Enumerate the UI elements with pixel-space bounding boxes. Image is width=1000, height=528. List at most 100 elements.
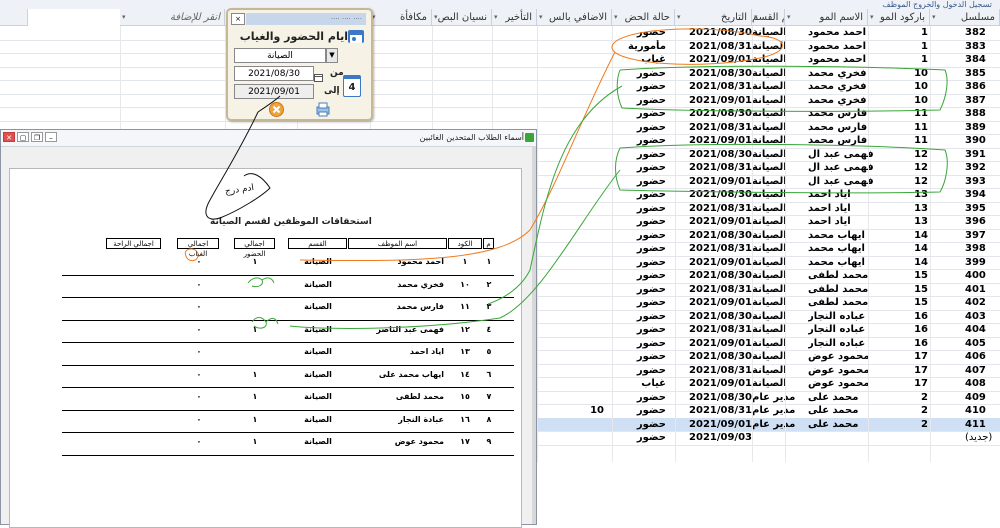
cell-dept[interactable]: الصيانة: [752, 269, 812, 283]
cell-extra[interactable]: [540, 134, 604, 148]
cell-date[interactable]: 2021/09/01: [680, 175, 752, 189]
cell-id[interactable]: 411: [935, 418, 997, 432]
cell-extra[interactable]: [540, 26, 604, 40]
sort-arrow-icon[interactable]: ▾: [122, 9, 126, 25]
cell-name[interactable]: محمد لطفى: [808, 296, 884, 310]
cell-dept[interactable]: الصيانة: [752, 242, 812, 256]
cell-name[interactable]: محمود عوض: [808, 364, 884, 378]
dialog-close-tab[interactable]: ×: [231, 13, 245, 25]
cell-extra[interactable]: [540, 350, 604, 364]
cell-dept[interactable]: الصيانة: [752, 148, 812, 162]
cell-status[interactable]: حضور: [600, 283, 666, 297]
cell-id[interactable]: 386: [935, 80, 997, 94]
cell-date[interactable]: 2021/09/01: [680, 215, 752, 229]
cell-status[interactable]: حضور: [600, 26, 666, 40]
cell-extra[interactable]: [540, 431, 604, 445]
cell-dept[interactable]: الصيانة: [752, 256, 812, 270]
cell-id[interactable]: 403: [935, 310, 997, 324]
cell-extra[interactable]: [540, 215, 604, 229]
table-row[interactable]: 383 1 احمد محمود الصيانة 2021/08/31 مأمورية: [0, 40, 1000, 54]
sort-arrow-icon[interactable]: ▾: [870, 9, 874, 25]
cell-date[interactable]: 2021/09/01: [680, 134, 752, 148]
cell-extra[interactable]: [540, 121, 604, 135]
column-header-9[interactable]: نسيان البص ▾: [432, 9, 492, 26]
cell-status[interactable]: حضور: [600, 242, 666, 256]
cell-date[interactable]: 2021/09/03: [680, 431, 752, 445]
column-header-13[interactable]: انقر للإضافة ▾: [120, 9, 225, 26]
table-row[interactable]: 385 10 فخري محمد الصيانة 2021/08/30 حضور: [0, 67, 1000, 81]
column-header-7[interactable]: الاضافي بالس ▾: [537, 9, 612, 26]
cell-status[interactable]: حضور: [600, 107, 666, 121]
cell-name[interactable]: محمد على: [808, 391, 884, 405]
cell-id[interactable]: 410: [935, 404, 997, 418]
cell-date[interactable]: 2021/08/30: [680, 188, 752, 202]
cell-name[interactable]: ايهاب محمد: [808, 256, 884, 270]
cell-id[interactable]: 387: [935, 94, 997, 108]
cell-id[interactable]: 405: [935, 337, 997, 351]
cell-extra[interactable]: [540, 40, 604, 54]
cell-name[interactable]: ايهاب محمد: [808, 242, 884, 256]
cell-dept[interactable]: الصيانة: [752, 188, 812, 202]
cell-status[interactable]: حضور: [600, 256, 666, 270]
cell-id[interactable]: 385: [935, 67, 997, 81]
cell-date[interactable]: 2021/08/30: [680, 148, 752, 162]
cell-date[interactable]: 2021/08/30: [680, 26, 752, 40]
cell-status[interactable]: حضور: [600, 121, 666, 135]
cell-dept[interactable]: الصيانة: [752, 296, 812, 310]
cell-extra[interactable]: [540, 94, 604, 108]
cell-extra[interactable]: [540, 107, 604, 121]
cell-date[interactable]: 2021/08/31: [680, 364, 752, 378]
cell-name[interactable]: فخري محمد: [808, 67, 884, 81]
report-scrollbar[interactable]: [532, 146, 536, 524]
cell-dept[interactable]: الصيانة: [752, 364, 812, 378]
cell-dept[interactable]: مدير عام: [752, 391, 812, 405]
cell-name[interactable]: محمد لطفى: [808, 283, 884, 297]
cell-extra[interactable]: [540, 148, 604, 162]
cell-dept[interactable]: الصيانة: [752, 350, 812, 364]
cell-dept[interactable]: الصيانة: [752, 229, 812, 243]
cell-dept[interactable]: الصيانة: [752, 337, 812, 351]
cell-name[interactable]: عباده النجار: [808, 337, 884, 351]
table-row[interactable]: 388 11 فارس محمد الصيانة 2021/08/30 حضور: [0, 107, 1000, 121]
cell-dept[interactable]: الصيانة: [752, 107, 812, 121]
sort-arrow-icon[interactable]: ▾: [932, 9, 936, 25]
cell-status[interactable]: حضور: [600, 134, 666, 148]
sort-arrow-icon[interactable]: ▾: [539, 9, 543, 25]
cell-extra[interactable]: [540, 53, 604, 67]
cell-id[interactable]: 392: [935, 161, 997, 175]
cell-status[interactable]: حضور: [600, 418, 666, 432]
cell-extra[interactable]: [540, 310, 604, 324]
sort-arrow-icon[interactable]: ▾: [494, 9, 498, 25]
cell-extra[interactable]: [540, 337, 604, 351]
cell-dept[interactable]: الصيانة: [752, 175, 812, 189]
cell-extra[interactable]: [540, 202, 604, 216]
cell-status[interactable]: حضور: [600, 94, 666, 108]
cell-status[interactable]: حضور: [600, 310, 666, 324]
column-header-8[interactable]: التأخير ▾: [492, 9, 537, 26]
cell-status[interactable]: غياب: [600, 377, 666, 391]
close-icon[interactable]: ✕: [3, 132, 15, 142]
cell-name[interactable]: عباده النجار: [808, 310, 884, 324]
cell-extra[interactable]: [540, 256, 604, 270]
cell-date[interactable]: 2021/08/31: [680, 404, 752, 418]
to-date-field[interactable]: 2021/09/01: [234, 84, 314, 99]
column-header-10[interactable]: مكافأة ▾: [370, 9, 432, 26]
cell-status[interactable]: حضور: [600, 215, 666, 229]
cell-extra[interactable]: [540, 188, 604, 202]
cell-date[interactable]: 2021/09/01: [680, 94, 752, 108]
cell-name[interactable]: اياد احمد: [808, 188, 884, 202]
cell-id[interactable]: (جديد): [935, 431, 997, 445]
cell-dept[interactable]: الصيانة: [752, 26, 812, 40]
cell-status[interactable]: حضور: [600, 364, 666, 378]
cell-dept[interactable]: [752, 431, 812, 445]
cell-name[interactable]: احمد محمود: [808, 40, 884, 54]
cell-dept[interactable]: الصيانة: [752, 80, 812, 94]
cell-id[interactable]: 393: [935, 175, 997, 189]
cell-date[interactable]: 2021/08/30: [680, 310, 752, 324]
cell-status[interactable]: حضور: [600, 229, 666, 243]
cell-id[interactable]: 404: [935, 323, 997, 337]
cell-date[interactable]: 2021/08/31: [680, 121, 752, 135]
cell-id[interactable]: 409: [935, 391, 997, 405]
cell-id[interactable]: 396: [935, 215, 997, 229]
cell-date[interactable]: 2021/09/01: [680, 377, 752, 391]
